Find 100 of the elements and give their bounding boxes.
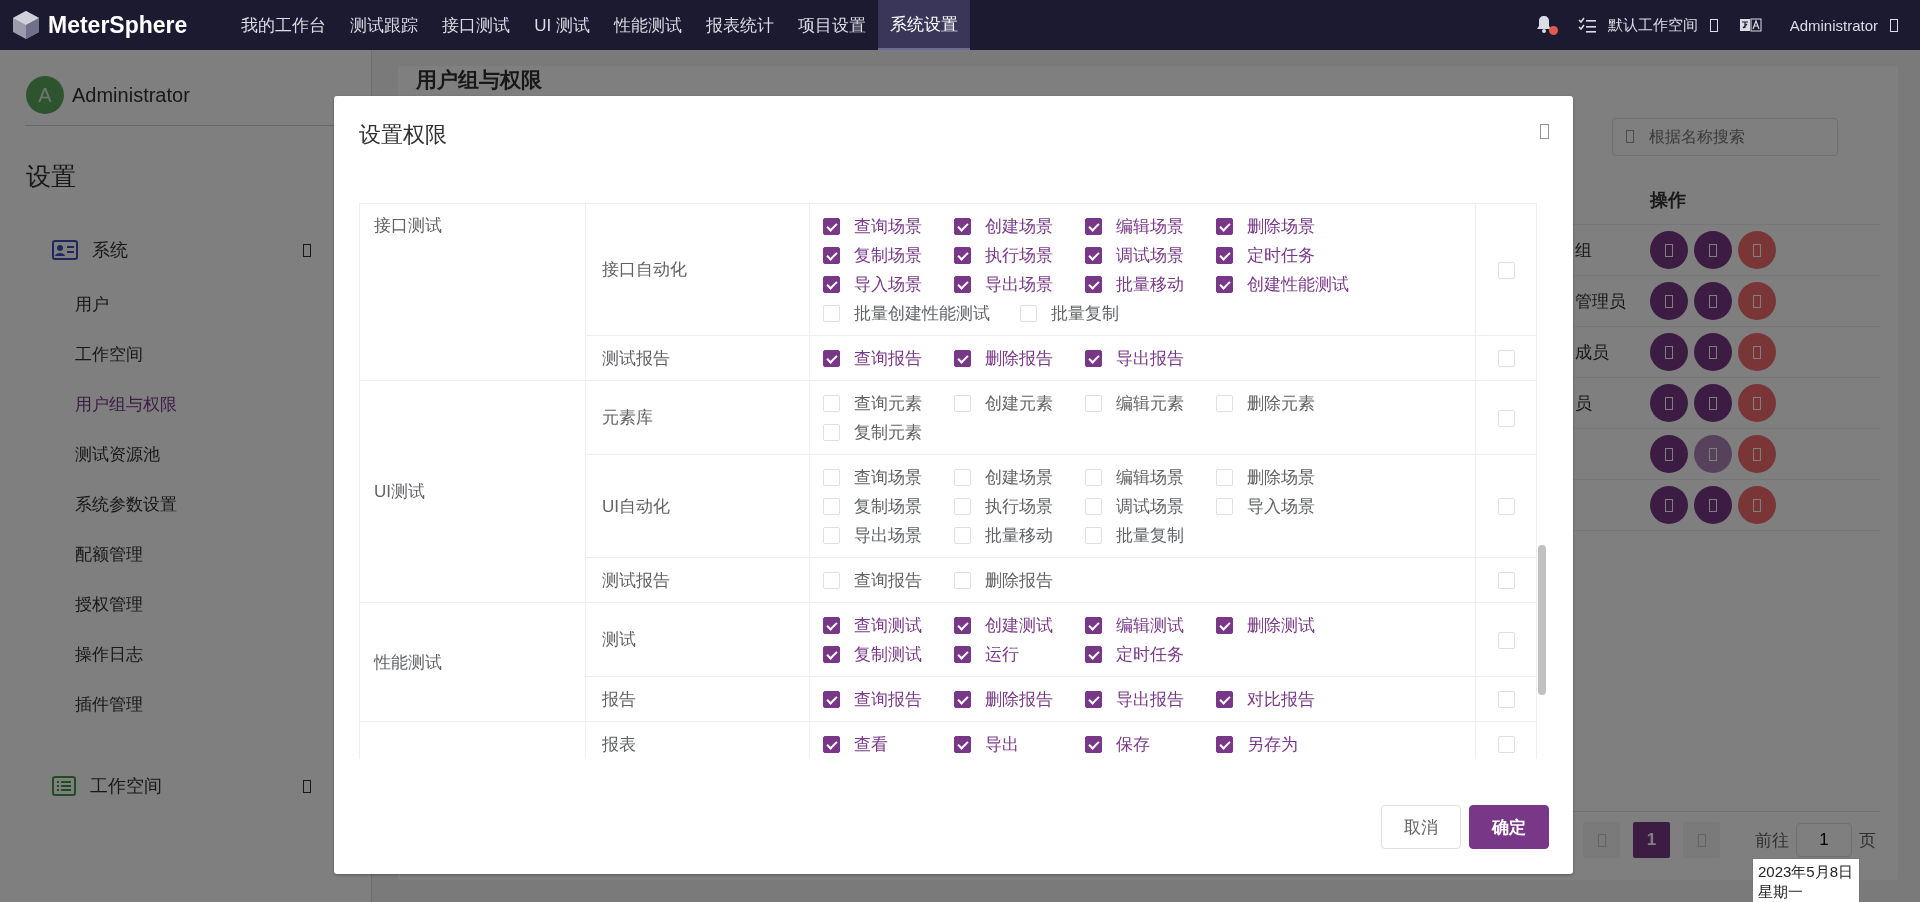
action-button[interactable] [1694, 384, 1732, 422]
checkbox[interactable] [1085, 218, 1102, 235]
checkbox-label[interactable]: 批量复制 [1051, 302, 1119, 325]
checkbox-label[interactable]: 查看 [854, 733, 888, 756]
page-button[interactable]: 1 [1633, 822, 1670, 858]
checkbox-label[interactable]: 创建性能测试 [1247, 273, 1349, 296]
missing-glyph-icon[interactable] [1890, 18, 1898, 32]
select-all-checkbox[interactable] [1497, 409, 1515, 427]
checkbox-label[interactable]: 查询场景 [854, 215, 922, 238]
checkbox-label[interactable]: 查询报告 [854, 688, 922, 711]
checkbox[interactable] [1216, 276, 1233, 293]
select-all-checkbox[interactable] [1497, 736, 1515, 753]
checklist-icon[interactable] [1577, 17, 1596, 33]
checkbox[interactable] [954, 736, 971, 753]
action-button[interactable] [1650, 231, 1688, 269]
checkbox-label[interactable]: 另存为 [1247, 733, 1298, 756]
action-button[interactable] [1650, 333, 1688, 371]
select-all-checkbox[interactable] [1497, 572, 1515, 589]
checkbox-label[interactable]: 查询测试 [854, 614, 922, 637]
action-button[interactable] [1738, 231, 1776, 269]
checkbox[interactable] [1216, 617, 1233, 634]
checkbox-label[interactable]: 导入场景 [854, 273, 922, 296]
checkbox[interactable] [823, 646, 840, 663]
checkbox[interactable] [1216, 691, 1233, 708]
checkbox[interactable] [1216, 218, 1233, 235]
checkbox[interactable] [823, 736, 840, 753]
checkbox-label[interactable]: 导出场景 [985, 273, 1053, 296]
nav-tab[interactable]: 测试跟踪 [338, 0, 431, 50]
scrollbar-thumb[interactable] [1538, 545, 1546, 695]
checkbox-label[interactable]: 查询元素 [854, 392, 922, 415]
checkbox-label[interactable]: 创建元素 [985, 392, 1053, 415]
user-menu[interactable]: Administrator [1789, 16, 1878, 34]
checkbox-label[interactable]: 导入场景 [1247, 495, 1315, 518]
checkbox-label[interactable]: 导出报告 [1116, 347, 1184, 370]
nav-tab[interactable]: 我的工作台 [229, 0, 339, 50]
checkbox[interactable] [1085, 617, 1102, 634]
select-all-checkbox[interactable] [1497, 261, 1515, 279]
checkbox[interactable] [1216, 247, 1233, 264]
action-button[interactable] [1738, 333, 1776, 371]
action-button[interactable] [1694, 282, 1732, 320]
checkbox[interactable] [1216, 736, 1233, 753]
checkbox[interactable] [954, 276, 971, 293]
checkbox-label[interactable]: 删除元素 [1247, 392, 1315, 415]
close-button[interactable] [1540, 124, 1549, 139]
checkbox-label[interactable]: 删除报告 [985, 347, 1053, 370]
checkbox-label[interactable]: 保存 [1116, 733, 1150, 756]
checkbox[interactable] [823, 218, 840, 235]
nav-tab[interactable]: UI 测试 [522, 0, 603, 50]
bell-icon[interactable] [1535, 15, 1558, 35]
checkbox-label[interactable]: 创建测试 [985, 614, 1053, 637]
nav-tab[interactable]: 接口测试 [430, 0, 523, 50]
checkbox-label[interactable]: 编辑测试 [1116, 614, 1184, 637]
action-button[interactable] [1650, 282, 1688, 320]
checkbox[interactable] [954, 350, 971, 367]
action-button[interactable] [1694, 333, 1732, 371]
checkbox-label[interactable]: 调试场景 [1116, 244, 1184, 267]
checkbox[interactable] [1085, 247, 1102, 264]
checkbox[interactable] [823, 350, 840, 367]
nav-tab[interactable]: 报表统计 [694, 0, 787, 50]
page-number-field[interactable]: 1 [1796, 823, 1852, 857]
checkbox-label[interactable]: 批量创建性能测试 [854, 302, 990, 325]
checkbox[interactable] [954, 218, 971, 235]
action-button[interactable] [1650, 435, 1688, 473]
checkbox-label[interactable]: 定时任务 [1116, 643, 1184, 666]
translate-icon[interactable] [1739, 18, 1762, 32]
checkbox[interactable] [1085, 691, 1102, 708]
checkbox[interactable] [1085, 276, 1102, 293]
checkbox-label[interactable]: 批量复制 [1116, 524, 1184, 547]
nav-tab[interactable]: 系统设置 [878, 0, 971, 50]
checkbox-label[interactable]: 执行场景 [985, 495, 1053, 518]
checkbox-label[interactable]: 对比报告 [1247, 688, 1315, 711]
checkbox-label[interactable]: 导出 [985, 733, 1019, 756]
checkbox-label[interactable]: 复制场景 [854, 495, 922, 518]
checkbox-label[interactable]: 删除测试 [1247, 614, 1315, 637]
checkbox-label[interactable]: 调试场景 [1116, 495, 1184, 518]
checkbox-label[interactable]: 查询场景 [854, 466, 922, 489]
checkbox[interactable] [1085, 736, 1102, 753]
checkbox[interactable] [823, 691, 840, 708]
checkbox[interactable] [823, 276, 840, 293]
action-button[interactable] [1694, 486, 1732, 524]
checkbox-label[interactable]: 复制元素 [854, 421, 922, 444]
checkbox-label[interactable]: 批量移动 [1116, 273, 1184, 296]
action-button[interactable] [1650, 486, 1688, 524]
checkbox[interactable] [954, 617, 971, 634]
checkbox[interactable] [954, 646, 971, 663]
checkbox-label[interactable]: 删除报告 [985, 569, 1053, 592]
checkbox-label[interactable]: 批量移动 [985, 524, 1053, 547]
checkbox-label[interactable]: 复制场景 [854, 244, 922, 267]
action-button[interactable] [1738, 486, 1776, 524]
checkbox[interactable] [1085, 350, 1102, 367]
nav-tab[interactable]: 性能测试 [602, 0, 695, 50]
nav-tab[interactable]: 项目设置 [786, 0, 879, 50]
checkbox-label[interactable]: 删除场景 [1247, 466, 1315, 489]
search-field[interactable]: 根据名称搜索 [1612, 118, 1838, 156]
checkbox-label[interactable]: 编辑场景 [1116, 466, 1184, 489]
action-button[interactable] [1738, 384, 1776, 422]
action-button[interactable] [1738, 282, 1776, 320]
checkbox-label[interactable]: 导出报告 [1116, 688, 1184, 711]
checkbox-label[interactable]: 复制测试 [854, 643, 922, 666]
select-all-checkbox[interactable] [1497, 631, 1515, 649]
